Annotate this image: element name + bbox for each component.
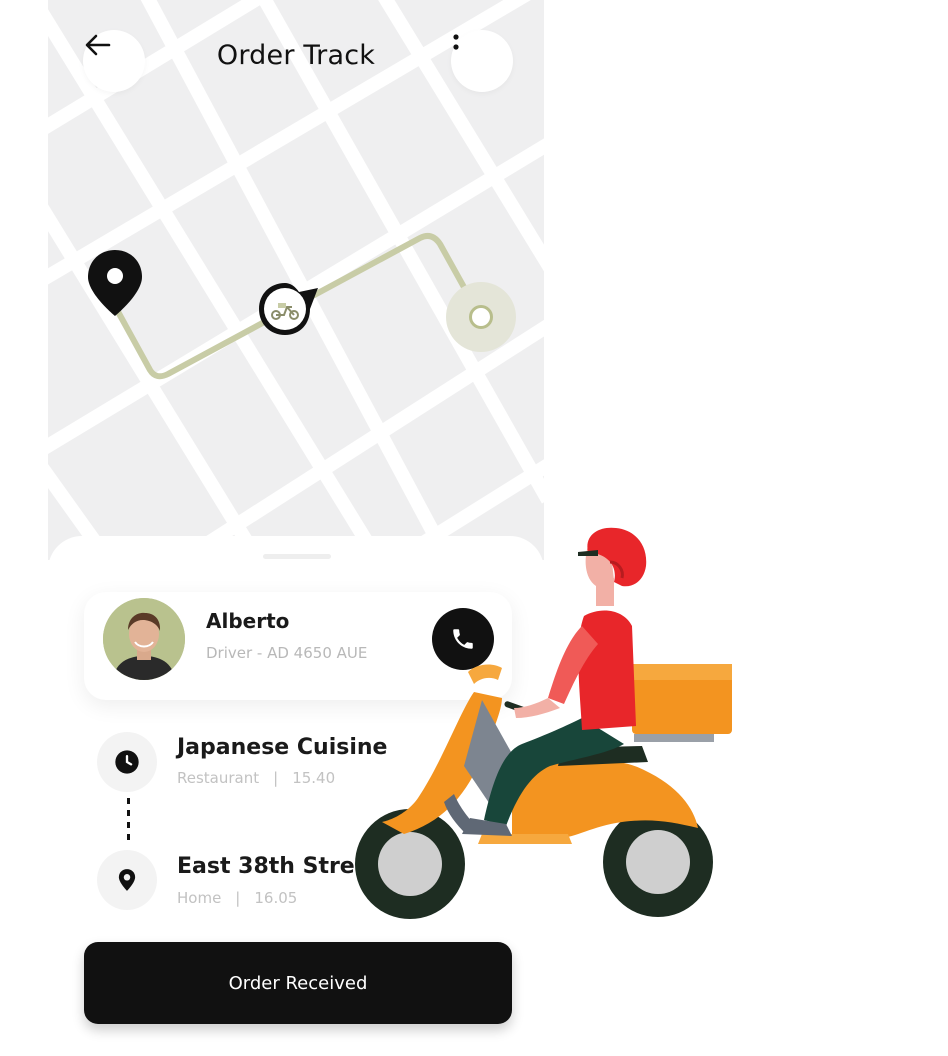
arrow-left-icon xyxy=(85,34,111,56)
more-vertical-icon xyxy=(453,34,459,50)
home-meta: Home | 16.05 xyxy=(177,889,297,907)
restaurant-stop-icon xyxy=(97,732,157,792)
destination-dot-icon[interactable] xyxy=(446,282,516,352)
page-title: Order Track xyxy=(216,40,376,71)
home-address: East 38th Stree xyxy=(177,854,370,879)
back-button[interactable] xyxy=(83,30,145,92)
separator: | xyxy=(235,889,241,907)
order-received-button[interactable]: Order Received xyxy=(84,942,512,1024)
route-connector xyxy=(127,798,130,844)
clock-icon xyxy=(115,750,139,774)
restaurant-meta: Restaurant | 15.40 xyxy=(177,769,335,787)
home-type: Home xyxy=(177,889,222,907)
drag-handle[interactable] xyxy=(263,554,331,559)
avatar xyxy=(103,598,185,680)
home-time: 16.05 xyxy=(254,889,298,907)
origin-pin-icon[interactable] xyxy=(86,248,144,320)
separator: | xyxy=(273,769,279,787)
map-view[interactable]: Order Track xyxy=(48,0,544,560)
delivery-rider-illustration xyxy=(355,527,732,919)
home-stop-icon xyxy=(97,850,157,910)
more-options-button[interactable] xyxy=(451,30,513,92)
driver-info: Driver - AD 4650 AUE xyxy=(206,644,368,662)
restaurant-type: Restaurant xyxy=(177,769,260,787)
scooter-marker-icon[interactable] xyxy=(254,280,320,340)
driver-name: Alberto xyxy=(206,609,290,633)
restaurant-time: 15.40 xyxy=(292,769,336,787)
location-pin-icon xyxy=(118,869,136,891)
